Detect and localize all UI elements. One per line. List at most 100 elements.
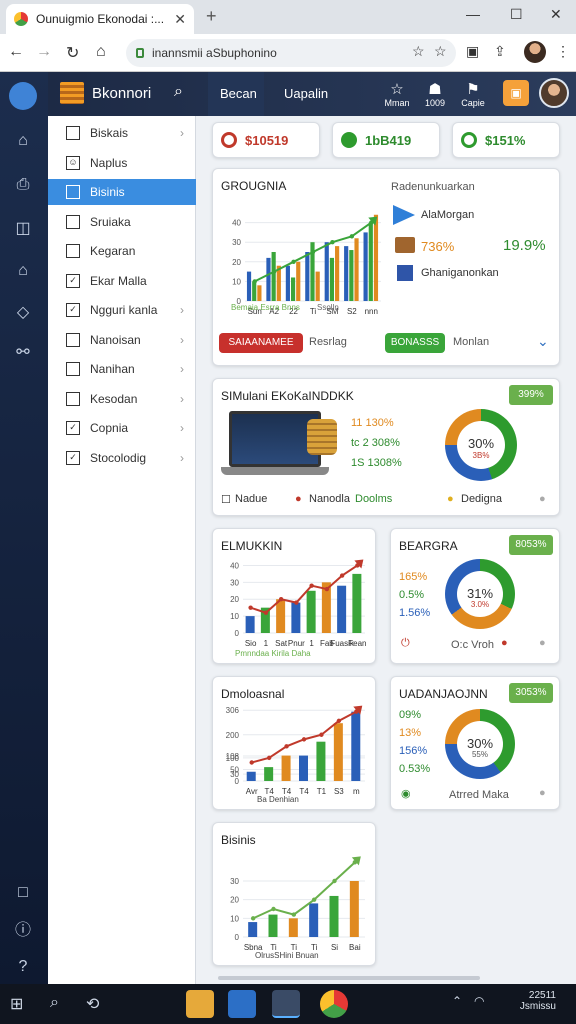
yellow-dot-icon: ● bbox=[447, 493, 454, 505]
sidebar-item[interactable]: ✓ Copnia › bbox=[48, 415, 196, 441]
store-icon[interactable] bbox=[228, 990, 256, 1018]
bisinis-card: Bisinis 0 10 20 30 Sbna Ti Ti Ti Si Bai OlrusSHin… bbox=[212, 822, 376, 966]
back-icon[interactable]: ← bbox=[8, 43, 24, 61]
profile-avatar[interactable] bbox=[524, 41, 546, 63]
growth-card-title: GROUGNIA bbox=[221, 179, 287, 193]
bar bbox=[344, 246, 349, 301]
square-nav-icon[interactable]: □ bbox=[12, 882, 34, 904]
uad-donut-sub: 55% bbox=[471, 749, 488, 759]
x-tick-label: nnn bbox=[365, 307, 378, 316]
home-icon[interactable]: ⌂ bbox=[96, 43, 106, 61]
header-action-3[interactable]: ⚑ Capie bbox=[456, 80, 490, 108]
x-tick-label: T4 bbox=[299, 787, 309, 796]
x-tick-label: S2 bbox=[347, 307, 357, 316]
bar bbox=[306, 590, 316, 633]
chevron-right-icon: › bbox=[180, 450, 184, 465]
green-action-button[interactable]: BONASSS bbox=[385, 333, 445, 353]
kpi-card-2[interactable]: 1bB419 bbox=[332, 122, 440, 158]
bar bbox=[329, 257, 335, 301]
simulation-title: SIMulani EKoKaINDDKK bbox=[221, 389, 354, 403]
info-dot-icon[interactable]: ● bbox=[539, 493, 546, 505]
info-dot-icon[interactable]: ● bbox=[539, 787, 546, 799]
share-icon[interactable]: ⇪ bbox=[494, 43, 506, 60]
reload-icon[interactable]: ↻ bbox=[66, 43, 79, 63]
active-app-icon[interactable] bbox=[272, 990, 300, 1018]
close-window-icon[interactable]: ✕ bbox=[550, 6, 562, 23]
beargra-badge: 8053% bbox=[509, 535, 553, 555]
header-action-1[interactable]: ☆ Mman bbox=[380, 80, 414, 108]
clock[interactable]: 22511 Jsmissu bbox=[504, 990, 556, 1012]
file-explorer-icon[interactable] bbox=[186, 990, 214, 1018]
forward-icon[interactable]: → bbox=[36, 43, 52, 61]
sidebar-item[interactable]: Sruiaka bbox=[48, 209, 196, 235]
url-text: inannsmii aSbuphonino bbox=[152, 46, 277, 60]
sidebar-item[interactable]: Nanihan › bbox=[48, 356, 196, 382]
browser-tabbar: Ounuigmio Ekonodai :... ✕ + — ☐ ✕ bbox=[0, 0, 576, 34]
wifi-icon[interactable]: ◠ bbox=[474, 994, 484, 1008]
kpi-card-1[interactable]: $10519 bbox=[212, 122, 320, 158]
search-icon[interactable]: ⌕ bbox=[174, 83, 183, 101]
panel-nav-icon[interactable]: ◫ bbox=[12, 218, 34, 240]
dmoloasnal-card: Dmoloasnal 0 30 50 100 108 200 306 Avr T4 T4 T4 T1 S… bbox=[212, 676, 376, 810]
widgets-icon[interactable]: ⟲ bbox=[86, 994, 99, 1014]
bookmark-star-icon[interactable]: ☆ bbox=[412, 43, 425, 60]
sidebar-item-label: Ngguri kanla bbox=[90, 303, 158, 317]
home-nav-icon[interactable]: ⌂ bbox=[12, 130, 34, 152]
info-dot-icon[interactable]: ● bbox=[539, 637, 546, 649]
sidebar-item[interactable]: ✓ Stocolodig › bbox=[48, 445, 196, 471]
y-tick-label: 40 bbox=[232, 219, 241, 228]
new-tab-icon[interactable]: + bbox=[206, 6, 217, 27]
help-nav-icon[interactable]: ? bbox=[12, 956, 34, 978]
sidebar-item[interactable]: Bisinis bbox=[48, 179, 196, 205]
sidebar-item[interactable]: Kegaran bbox=[48, 238, 196, 264]
extension-icon[interactable]: ▣ bbox=[466, 43, 479, 60]
search-icon[interactable]: ⌕ bbox=[50, 994, 59, 1012]
info-nav-icon[interactable]: ⓘ bbox=[12, 920, 34, 942]
sidebar: Biskais › ☺ Naplus Bisinis Sruiaka Kegaran ✓ Eka… bbox=[48, 116, 196, 984]
link-2[interactable]: Monlan bbox=[453, 336, 489, 348]
red-action-button[interactable]: SAIAANAMEE bbox=[219, 333, 303, 353]
elmukkin-footer: Pmnndaa Kirila Daha bbox=[235, 649, 311, 658]
sidebar-item[interactable]: Nanoisan › bbox=[48, 327, 196, 353]
tag-nav-icon[interactable]: ◇ bbox=[12, 302, 34, 324]
url-field[interactable]: inannsmii aSbuphonino bbox=[126, 39, 456, 67]
bar bbox=[290, 277, 296, 301]
maximize-icon[interactable]: ☐ bbox=[510, 6, 523, 23]
sidebar-item[interactable]: ☺ Naplus bbox=[48, 150, 196, 176]
chevron-right-icon: › bbox=[180, 391, 184, 406]
sidebar-item[interactable]: Kesodan › bbox=[48, 386, 196, 412]
menu-kebab-icon[interactable]: ⋮ bbox=[556, 43, 570, 60]
windows-start-icon[interactable]: ⊞ bbox=[10, 994, 23, 1014]
user-avatar[interactable] bbox=[539, 78, 569, 108]
app-compass-icon[interactable] bbox=[9, 82, 37, 110]
coins-icon bbox=[307, 419, 337, 455]
sidebar-item[interactable]: Biskais › bbox=[48, 120, 196, 146]
header-tab-1[interactable]: Becan bbox=[220, 86, 257, 101]
y-tick-label: 30 bbox=[230, 578, 239, 587]
kpi-card-3[interactable]: $151% bbox=[452, 122, 560, 158]
close-tab-icon[interactable]: ✕ bbox=[174, 11, 186, 28]
sidebar-item[interactable]: ✓ Ekar Malla bbox=[48, 268, 196, 294]
chrome-taskbar-icon[interactable] bbox=[320, 990, 348, 1018]
sidebar-item[interactable]: ✓ Ngguri kanla › bbox=[48, 297, 196, 323]
notification-icon[interactable]: ▣ bbox=[503, 80, 529, 106]
chart-nav-icon[interactable]: ⎙ bbox=[12, 174, 34, 196]
header-tab-2[interactable]: Uapalin bbox=[284, 86, 328, 101]
sim-footer-checkbox[interactable]: ☐ bbox=[221, 493, 231, 506]
star-icon[interactable]: ☆ bbox=[434, 43, 447, 60]
right-pct-2: 19.9% bbox=[503, 237, 546, 254]
plane-icon bbox=[393, 205, 415, 225]
dashboard-nav-icon[interactable]: ⌂ bbox=[12, 260, 34, 282]
tray-chevron-icon[interactable]: ⌃ bbox=[452, 994, 462, 1008]
chevron-down-icon[interactable]: ⌄ bbox=[537, 333, 549, 350]
minimize-icon[interactable]: — bbox=[466, 6, 480, 22]
link-nav-icon[interactable]: ⚯ bbox=[12, 342, 34, 364]
y-tick-label: 20 bbox=[230, 896, 239, 905]
horizontal-scrollbar[interactable] bbox=[218, 976, 480, 980]
bar bbox=[329, 895, 339, 937]
link-1[interactable]: Resrlag bbox=[309, 336, 347, 348]
header-action-2[interactable]: ☗ 1009 bbox=[418, 80, 452, 108]
chevron-right-icon: › bbox=[180, 421, 184, 435]
chevron-right-icon: › bbox=[180, 126, 184, 140]
browser-tab[interactable]: Ounuigmio Ekonodai :... ✕ bbox=[6, 4, 194, 34]
